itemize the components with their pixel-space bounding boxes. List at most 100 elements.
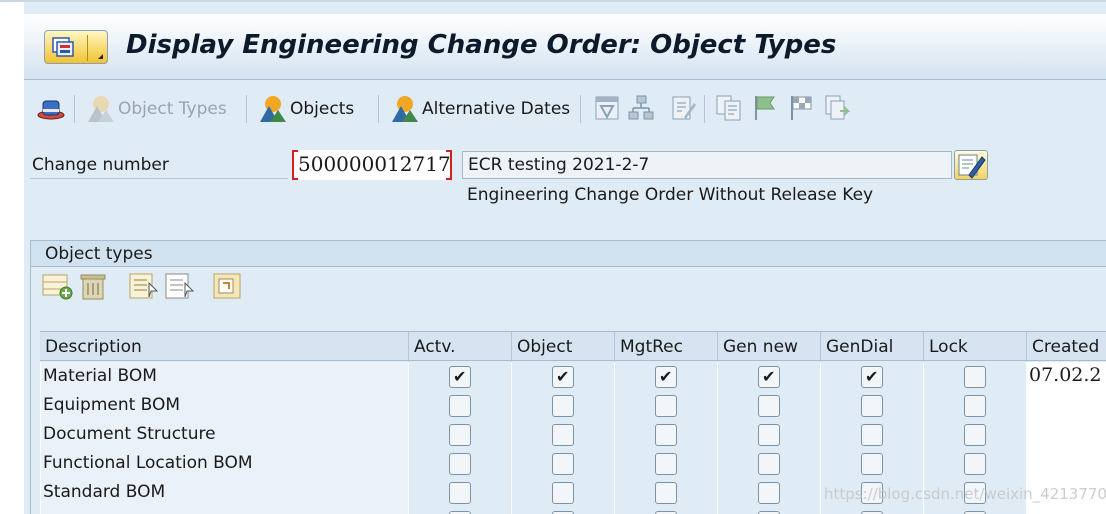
gendial-checkbox[interactable] [861,453,883,475]
table-row[interactable]: Functional Location BOM [40,449,1106,478]
object-checkbox[interactable] [552,395,574,417]
object-types-button[interactable]: Object Types [86,91,227,127]
mgtrec-checkbox[interactable] [655,453,677,475]
watermark: https://blog.csdn.net/weixin_42137700 [824,485,1106,503]
cell-object [511,391,614,420]
checkmark-icon: ✔ [865,367,879,386]
cell-actv [408,478,511,507]
column-header-gendial[interactable]: GenDial [820,332,923,362]
actv-checkbox[interactable] [449,482,471,504]
change-number-field[interactable]: 500000012717 [292,150,452,180]
copy-document-icon[interactable] [714,93,744,123]
change-description-field[interactable]: ECR testing 2021-2-7 [462,151,952,179]
toolbar-separator [580,95,581,123]
row-description: Material BOM [40,362,408,391]
gen-new-checkbox[interactable]: ✔ [758,366,780,388]
table-row[interactable] [40,507,1106,514]
document-arrow-icon[interactable] [822,93,852,123]
sap-menu-icon [52,37,74,57]
cell-gen-new [717,420,820,449]
objects-button[interactable]: Objects [258,91,354,127]
edit-text-button[interactable] [954,150,988,180]
lock-checkbox[interactable] [964,366,986,388]
mgtrec-checkbox[interactable]: ✔ [655,366,677,388]
column-header-lock[interactable]: Lock [923,332,1026,362]
checkered-flag-icon[interactable] [786,93,816,123]
select-all-icon[interactable] [127,271,161,301]
edit-document-icon[interactable] [668,93,698,123]
object-checkbox[interactable] [552,482,574,504]
alternative-dates-button[interactable]: Alternative Dates [390,91,570,127]
insert-row-icon[interactable] [41,271,75,301]
actv-checkbox[interactable] [449,453,471,475]
hierarchy-icon[interactable] [626,93,656,123]
cell-gendial [820,391,923,420]
column-header-actv[interactable]: Actv. [408,332,511,362]
cell-object [511,449,614,478]
toolbar-separator [74,95,75,123]
checkmark-icon: ✔ [659,367,673,386]
column-header-created[interactable]: Created [1026,332,1106,362]
sap-menu-button[interactable] [44,30,108,64]
cell-gen-new [717,507,820,514]
gen-new-checkbox[interactable] [758,424,780,446]
table-header: Description Actv. Object MgtRec Gen new … [40,331,1106,362]
cell-gendial [820,507,923,514]
dropdown-corner-icon [98,54,103,59]
gen-new-checkbox[interactable] [758,395,780,417]
toolbar-separator [246,95,247,123]
change-number-value: 500000012717 [298,152,451,176]
mgtrec-checkbox[interactable] [655,424,677,446]
green-flag-icon[interactable] [750,93,780,123]
cell-object [511,507,614,514]
row-created [1026,449,1106,478]
column-header-mgtrec[interactable]: MgtRec [614,332,717,362]
lock-checkbox[interactable] [964,424,986,446]
gendial-checkbox[interactable]: ✔ [861,366,883,388]
alternative-dates-label: Alternative Dates [422,99,571,119]
top-border [0,0,1106,2]
row-created: 07.02.2 [1026,362,1106,391]
gen-new-checkbox[interactable] [758,482,780,504]
row-description: Document Structure [40,420,408,449]
label-underline [30,178,288,179]
row-created [1026,420,1106,449]
table-row[interactable]: Material BOM ✔ ✔ ✔ ✔ ✔ 07.02.2 [40,362,1106,391]
classification-icon[interactable] [592,93,622,123]
focus-bracket-right [446,150,452,180]
actv-checkbox[interactable]: ✔ [449,366,471,388]
table-row[interactable]: Document Structure [40,420,1106,449]
gendial-checkbox[interactable] [861,424,883,446]
hat-icon[interactable] [36,93,66,123]
cell-lock [923,362,1026,391]
actv-checkbox[interactable] [449,395,471,417]
cell-gendial [820,420,923,449]
object-checkbox[interactable] [552,424,574,446]
row-created [1026,391,1106,420]
lock-checkbox[interactable] [964,453,986,475]
objects-label: Objects [290,99,355,119]
row-description: Functional Location BOM [40,449,408,478]
gendial-checkbox[interactable] [861,395,883,417]
table-row[interactable]: Equipment BOM [40,391,1106,420]
column-header-gen-new[interactable]: Gen new [717,332,820,362]
cell-mgtrec [614,507,717,514]
lock-checkbox[interactable] [964,395,986,417]
mgtrec-checkbox[interactable] [655,395,677,417]
checkmark-icon: ✔ [453,367,467,386]
column-header-description[interactable]: Description [40,332,408,362]
trash-icon[interactable] [77,271,111,301]
cell-lock [923,420,1026,449]
object-checkbox[interactable] [552,453,574,475]
actv-checkbox[interactable] [449,424,471,446]
gen-new-checkbox[interactable] [758,453,780,475]
object-checkbox[interactable]: ✔ [552,366,574,388]
title-bar: Display Engineering Change Order: Object… [24,14,1106,80]
details-icon[interactable] [211,271,245,301]
cell-object: ✔ [511,362,614,391]
column-header-object[interactable]: Object [511,332,614,362]
mgtrec-checkbox[interactable] [655,482,677,504]
cell-actv [408,507,511,514]
deselect-all-icon[interactable] [163,271,197,301]
group-header: Object types [31,241,1106,267]
